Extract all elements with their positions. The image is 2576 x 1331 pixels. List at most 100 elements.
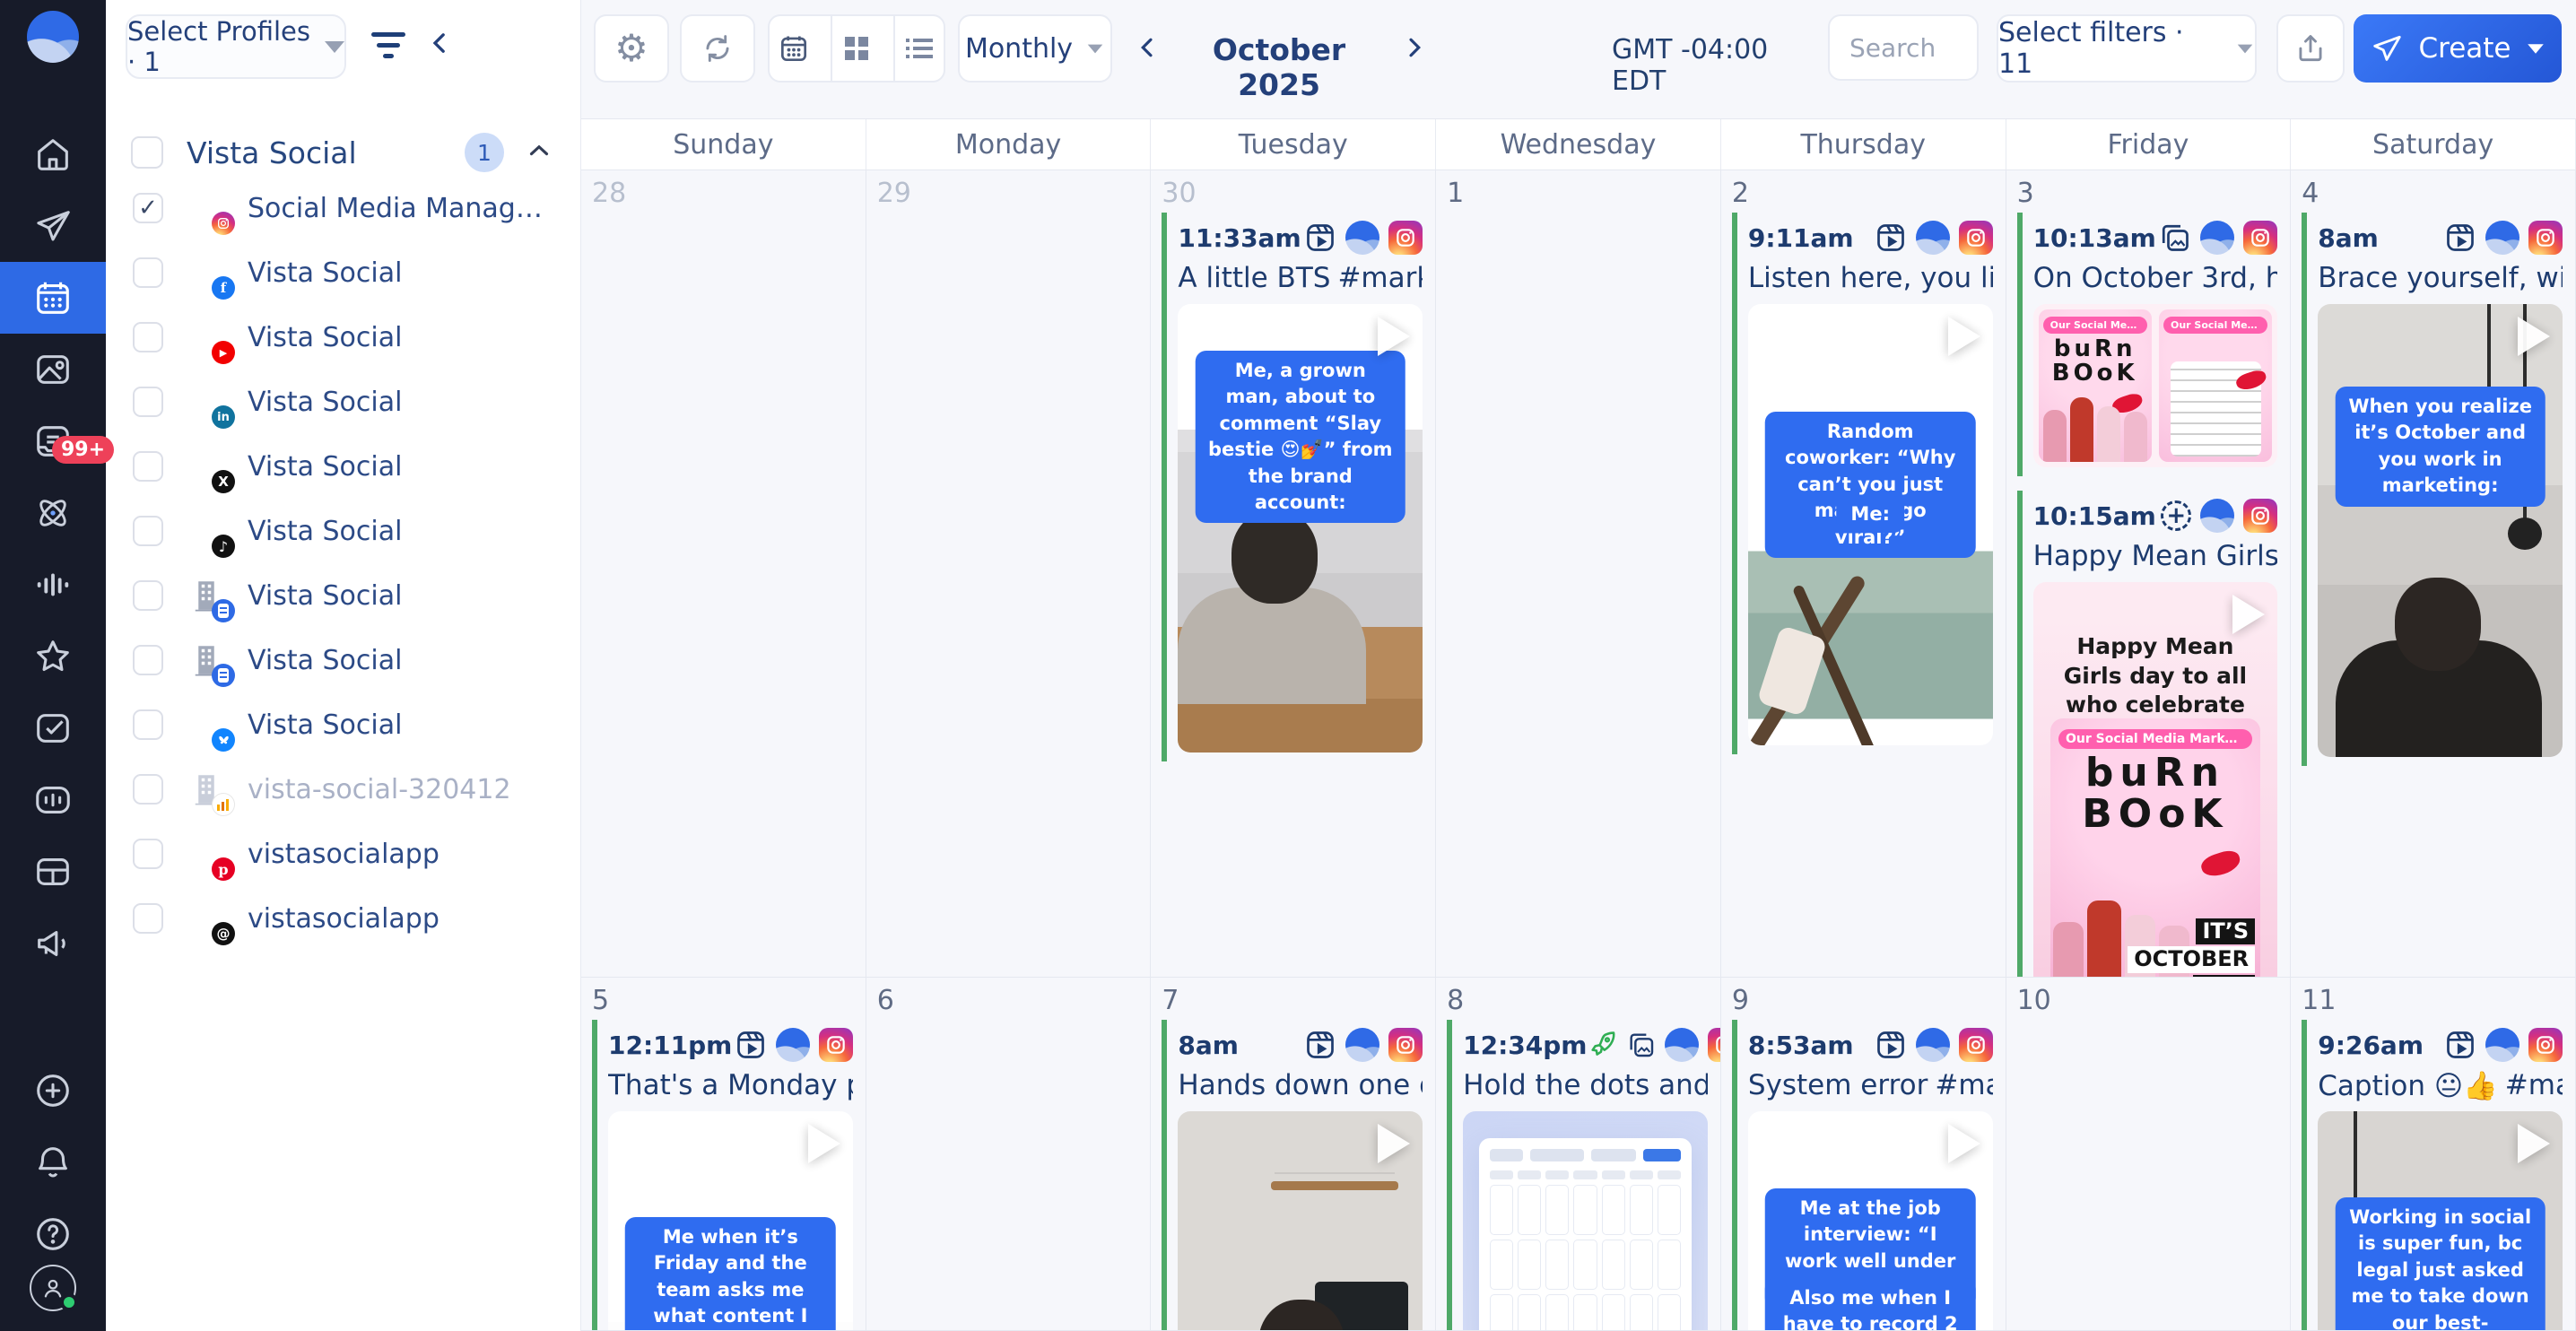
profile-row[interactable]: Vista Social [106, 628, 581, 692]
calendar-icon[interactable] [0, 262, 106, 334]
collapse-panel-icon[interactable] [422, 25, 457, 65]
create-button[interactable]: Create [2354, 14, 2562, 83]
calendar-settings-button[interactable]: ⚙ [594, 14, 669, 83]
profile-row[interactable]: @ vistasocialapp [106, 886, 581, 951]
select-filters-dropdown[interactable]: Select filters · 11 [1997, 14, 2257, 83]
instagram-icon [1959, 221, 1993, 255]
day-cell[interactable]: 8 12:34pm Hold the dots and scrol… [1436, 978, 1721, 1331]
day-cell[interactable]: 9 8:53am System error #mark… Me at t [1721, 978, 2006, 1331]
help-icon[interactable] [0, 1198, 106, 1270]
select-profiles-dropdown[interactable]: Select Profiles · 1 [126, 14, 346, 79]
profile-row[interactable]: ✓ Social Media Managem… [106, 176, 581, 240]
profile-checkbox[interactable] [133, 903, 163, 934]
profile-avatar [1345, 1028, 1379, 1062]
day-cell[interactable]: 3 10:13am On October 3rd, he ask… Our So… [2006, 170, 2292, 978]
current-month-label: October 2025 [1180, 32, 1378, 102]
profile-checkbox[interactable] [133, 322, 163, 352]
calendar-event[interactable]: 9:11am Listen here, you little… … Random… [1732, 213, 1997, 754]
day-cell[interactable]: 28 [581, 170, 866, 978]
play-icon [1948, 317, 1980, 356]
profile-row[interactable]: f Vista Social [106, 240, 581, 305]
day-header: Sunday [581, 119, 866, 170]
day-cell[interactable]: 10 [2006, 978, 2292, 1331]
share-icon [2293, 31, 2328, 65]
reel-icon [735, 1029, 767, 1061]
calendar-event[interactable]: 12:34pm Hold the dots and scrol… [1447, 1020, 1711, 1331]
day-cell[interactable]: 29 [866, 170, 1152, 978]
profile-row[interactable]: in Vista Social [106, 370, 581, 434]
profile-avatar [2485, 221, 2519, 255]
instagram-icon [1388, 221, 1423, 255]
chevron-up-icon[interactable] [524, 135, 554, 170]
profile-checkbox[interactable] [133, 709, 163, 740]
calendar-event[interactable]: 11:33am A little BTS #marketi… Me, a gro… [1162, 213, 1426, 761]
profile-filter-icon[interactable] [371, 32, 407, 65]
calendar-event[interactable]: 9:26am Caption 😐👍 #mar… Working in socia… [2302, 1020, 2566, 1331]
tasks-icon[interactable] [0, 692, 106, 764]
notifications-bell-icon[interactable] [0, 1127, 106, 1198]
profile-checkbox[interactable] [133, 387, 163, 417]
day-cell[interactable]: 5 12:11pm That's a Monday proble… Me whe… [581, 978, 866, 1331]
profile-row[interactable]: Vista Social [106, 692, 581, 757]
calendar-event[interactable]: 10:13am On October 3rd, he ask… Our Soci… [2017, 213, 2282, 476]
profile-row[interactable]: p vistasocialapp [106, 822, 581, 886]
listening-icon[interactable] [0, 549, 106, 621]
profile-row[interactable]: vista-social-320412 [106, 757, 581, 822]
user-avatar[interactable] [30, 1265, 76, 1311]
profile-checkbox[interactable]: ✓ [133, 193, 163, 223]
profile-group-header: Vista Social 1 [106, 131, 581, 174]
vista-social-logo[interactable] [27, 11, 79, 63]
group-count-badge: 1 [465, 133, 504, 172]
group-checkbox[interactable] [131, 136, 163, 169]
calendar-event[interactable]: 8am Hands down one of the… [1162, 1020, 1426, 1331]
search-input[interactable] [1828, 14, 1979, 81]
profile-checkbox[interactable] [133, 580, 163, 611]
calendar-view-icon[interactable] [770, 16, 818, 81]
profile-checkbox[interactable] [133, 774, 163, 805]
profile-checkbox[interactable] [133, 257, 163, 288]
day-cell[interactable]: 4 8am Brace yourself, winter is… When yo… [2291, 170, 2576, 978]
day-cell[interactable]: 1 [1436, 170, 1721, 978]
reviews-icon[interactable] [0, 621, 106, 692]
reports-icon[interactable] [0, 836, 106, 908]
reel-icon [1875, 222, 1907, 254]
profile-row[interactable]: Vista Social [106, 563, 581, 628]
view-mode-dropdown[interactable]: Monthly [958, 14, 1112, 83]
day-cell[interactable]: 2 9:11am Listen here, you little… … Rand… [1721, 170, 2006, 978]
profile-checkbox[interactable] [133, 451, 163, 482]
publish-send-icon[interactable] [0, 190, 106, 262]
profile-row[interactable]: X Vista Social [106, 434, 581, 499]
refresh-button[interactable] [680, 14, 755, 83]
profile-checkbox[interactable] [133, 839, 163, 869]
day-cell[interactable]: 6 [866, 978, 1152, 1331]
play-icon [1948, 1124, 1980, 1163]
tiktok-icon: ♪ [212, 535, 235, 558]
previous-month-button[interactable] [1130, 30, 1164, 68]
group-name: Vista Social [187, 135, 357, 170]
post-media-thumbnail: Happy Mean Girls day to all who celebrat… [2033, 582, 2278, 978]
analytics-icon[interactable] [0, 764, 106, 836]
media-library-icon[interactable] [0, 334, 106, 405]
profile-row[interactable]: ▶ Vista Social [106, 305, 581, 370]
day-cell[interactable]: 7 8am Hands down one of the… [1151, 978, 1436, 1331]
chevron-down-icon [2238, 44, 2253, 53]
calendar-event[interactable]: 10:15am Happy Mean Girls day t… Happy Me… [2017, 491, 2282, 978]
calendar-event[interactable]: 12:11pm That's a Monday proble… Me when … [592, 1020, 857, 1331]
profile-checkbox[interactable] [133, 516, 163, 546]
add-icon[interactable] [0, 1055, 106, 1127]
next-month-button[interactable] [1397, 30, 1432, 68]
day-cell[interactable]: 30 11:33am A little BTS #marketi… Me [1151, 170, 1436, 978]
calendar-week-row: 5 12:11pm That's a Monday proble… Me whe… [581, 978, 2576, 1331]
home-icon[interactable] [0, 118, 106, 190]
profile-row[interactable]: ♪ Vista Social [106, 499, 581, 563]
profile-checkbox[interactable] [133, 645, 163, 675]
list-view-icon[interactable] [893, 16, 944, 81]
advocacy-icon[interactable] [0, 908, 106, 979]
calendar-event[interactable]: 8am Brace yourself, winter is… When you … [2302, 213, 2566, 766]
calendar-event[interactable]: 8:53am System error #mark… Me at the job… [1732, 1020, 1997, 1331]
grid-view-icon[interactable] [831, 16, 881, 81]
ai-assistant-icon[interactable] [0, 477, 106, 549]
export-button[interactable] [2276, 14, 2345, 83]
profile-avatar [1345, 221, 1379, 255]
day-cell[interactable]: 11 9:26am Caption 😐👍 #mar… [2291, 978, 2576, 1331]
